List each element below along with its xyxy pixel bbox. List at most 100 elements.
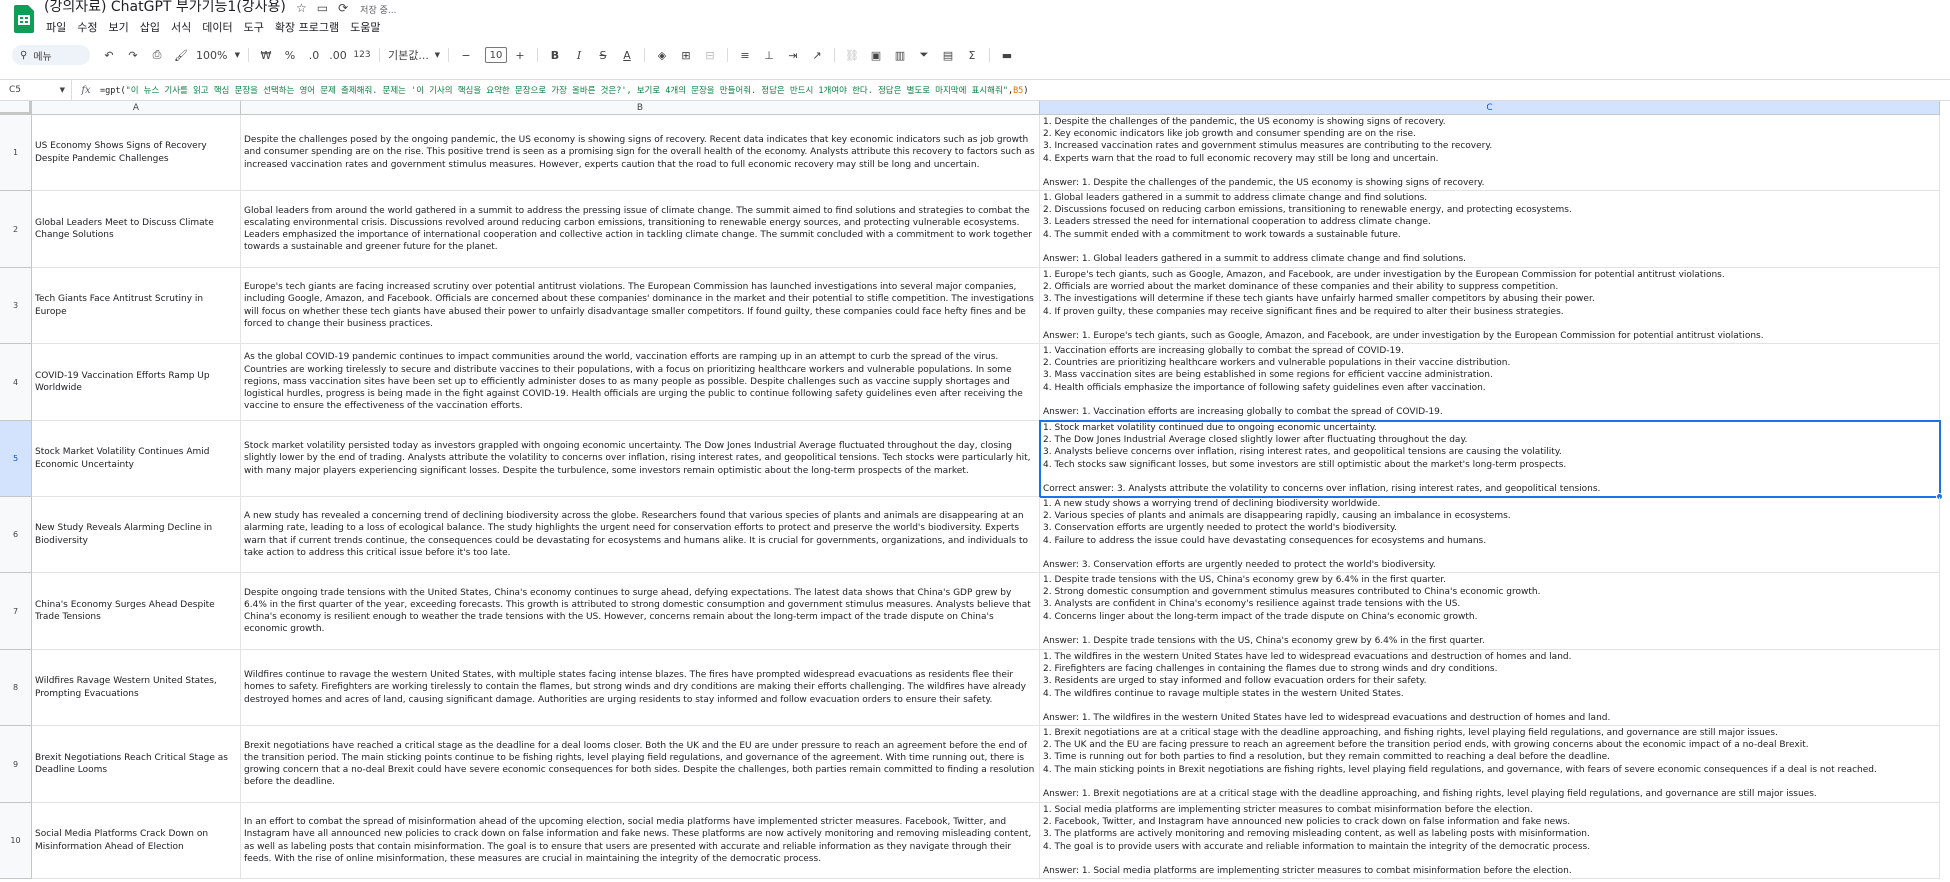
cell-c7[interactable]: 1. Despite trade tensions with the US, C… — [1040, 573, 1940, 650]
menu-help[interactable]: 도움말 — [349, 19, 381, 35]
number-format-button[interactable]: 123 — [353, 45, 371, 65]
zoom-select[interactable]: 100% ▼ — [196, 45, 240, 65]
paint-format-icon[interactable]: 🖌 — [172, 45, 190, 65]
borders-icon[interactable]: ⊞ — [677, 45, 695, 65]
cell-a3[interactable]: Tech Giants Face Antitrust Scrutiny in E… — [32, 268, 241, 344]
cell-c5[interactable]: 1. Stock market volatility continued due… — [1040, 421, 1940, 497]
text-color-icon[interactable]: A — [618, 45, 636, 65]
cell-b9[interactable]: Brexit negotiations have reached a criti… — [241, 726, 1040, 803]
cell-b2[interactable]: Global leaders from around the world gat… — [241, 191, 1040, 268]
cell-b10[interactable]: In an effort to combat the spread of mis… — [241, 803, 1040, 879]
move-folder-icon[interactable]: ▭ — [317, 1, 328, 16]
cell-a9[interactable]: Brexit Negotiations Reach Critical Stage… — [32, 726, 241, 803]
font-size-input[interactable]: 10 — [485, 47, 507, 63]
menu-tools[interactable]: 도구 — [243, 19, 265, 35]
text-wrap-icon[interactable]: ⇥ — [784, 45, 802, 65]
font-select[interactable]: 기본값... ▼ — [388, 45, 440, 65]
cell-c9[interactable]: 1. Brexit negotiations are at a critical… — [1040, 726, 1940, 803]
print-icon[interactable]: ⎙ — [148, 45, 166, 65]
column-header-c[interactable]: C — [1040, 101, 1940, 115]
font-size-decrease-button[interactable]: − — [457, 45, 475, 65]
cell-b1[interactable]: Despite the challenges posed by the ongo… — [241, 115, 1040, 191]
cell-a6[interactable]: New Study Reveals Alarming Decline in Bi… — [32, 497, 241, 573]
merge-cells-icon[interactable]: ⊟ — [701, 45, 719, 65]
cell-a4[interactable]: COVID-19 Vaccination Efforts Ramp Up Wor… — [32, 344, 241, 421]
row-header[interactable]: 5 — [0, 421, 32, 497]
link-icon[interactable]: ⛓ — [843, 45, 861, 65]
cell-a5[interactable]: Stock Market Volatility Continues Amid E… — [32, 421, 241, 497]
row-header[interactable]: 7 — [0, 573, 32, 650]
cell-a1[interactable]: US Economy Shows Signs of Recovery Despi… — [32, 115, 241, 191]
cell-c8[interactable]: 1. The wildfires in the western United S… — [1040, 650, 1940, 726]
menu-search[interactable]: ⚲ 메뉴 — [12, 45, 90, 65]
fill-color-icon[interactable]: ◈ — [653, 45, 671, 65]
divider — [537, 48, 538, 62]
formula-input[interactable]: =gpt("이 뉴스 기사를 읽고 핵심 문장을 선택하는 영어 문제 출제해줘… — [100, 84, 1028, 96]
cell-c1[interactable]: 1. Despite the challenges of the pandemi… — [1040, 115, 1940, 191]
font-value: 기본값... — [388, 49, 429, 62]
cell-b8[interactable]: Wildfires continue to ravage the western… — [241, 650, 1040, 726]
row-header[interactable]: 1 — [0, 115, 32, 191]
cell-c10[interactable]: 1. Social media platforms are implementi… — [1040, 803, 1940, 879]
menu-view[interactable]: 보기 — [108, 19, 130, 35]
cell-text: Brexit Negotiations Reach Critical Stage… — [35, 752, 231, 775]
sheet-grid[interactable]: A B C 1 US Economy Shows Signs of Recover… — [0, 101, 1950, 882]
row-header[interactable]: 2 — [0, 191, 32, 268]
document-title[interactable]: (강의자료) ChatGPT 부가기능1(강사용) — [44, 0, 286, 16]
select-all-corner[interactable] — [0, 101, 32, 115]
cell-c2[interactable]: 1. Global leaders gathered in a summit t… — [1040, 191, 1940, 268]
column-header-a[interactable]: A — [32, 101, 241, 115]
row-header[interactable]: 6 — [0, 497, 32, 573]
row-header[interactable]: 9 — [0, 726, 32, 803]
redo-icon[interactable]: ↷ — [124, 45, 142, 65]
menu-format[interactable]: 서식 — [170, 19, 192, 35]
cell-b4[interactable]: As the global COVID-19 pandemic continue… — [241, 344, 1040, 421]
cloud-sync-icon[interactable]: ⟳ — [338, 1, 348, 16]
comment-icon[interactable]: ▣ — [867, 45, 885, 65]
row-header[interactable]: 8 — [0, 650, 32, 726]
horizontal-align-icon[interactable]: ≡ — [736, 45, 754, 65]
decrease-decimal-button[interactable]: .0 — [305, 45, 323, 65]
sheets-logo-icon[interactable] — [14, 5, 34, 33]
currency-format-button[interactable]: ₩ — [257, 45, 275, 65]
cell-b7[interactable]: Despite ongoing trade tensions with the … — [241, 573, 1040, 650]
text-rotate-icon[interactable]: ↗ — [808, 45, 826, 65]
functions-icon[interactable]: Σ — [963, 45, 981, 65]
bold-icon[interactable]: B — [546, 45, 564, 65]
cell-a10[interactable]: Social Media Platforms Crack Down on Mis… — [32, 803, 241, 879]
italic-icon[interactable]: I — [570, 45, 588, 65]
cell-text: 1. The wildfires in the western United S… — [1043, 652, 1611, 724]
increase-decimal-button[interactable]: .00 — [329, 45, 347, 65]
star-icon[interactable]: ☆ — [296, 1, 307, 16]
menu-extensions[interactable]: 확장 프로그램 — [274, 19, 340, 35]
chart-icon[interactable]: ▥ — [891, 45, 909, 65]
row-header[interactable]: 10 — [0, 803, 32, 879]
font-size-increase-button[interactable]: + — [511, 45, 529, 65]
cell-a2[interactable]: Global Leaders Meet to Discuss Climate C… — [32, 191, 241, 268]
cell-c4[interactable]: 1. Vaccination efforts are increasing gl… — [1040, 344, 1940, 421]
menu-edit[interactable]: 수정 — [76, 19, 98, 35]
cell-a7[interactable]: China's Economy Surges Ahead Despite Tra… — [32, 573, 241, 650]
vertical-align-icon[interactable]: ⊥ — [760, 45, 778, 65]
cell-text: 1. Despite the challenges of the pandemi… — [1043, 117, 1493, 189]
cell-b3[interactable]: Europe's tech giants are facing increase… — [241, 268, 1040, 344]
menu-data[interactable]: 데이터 — [201, 19, 233, 35]
cell-c6[interactable]: 1. A new study shows a worrying trend of… — [1040, 497, 1940, 573]
strikethrough-icon[interactable]: S — [594, 45, 612, 65]
row-header[interactable]: 3 — [0, 268, 32, 344]
menu-file[interactable]: 파일 — [45, 19, 67, 35]
column-header-b[interactable]: B — [241, 101, 1040, 115]
cell-b6[interactable]: A new study has revealed a concerning tr… — [241, 497, 1040, 573]
cell-c3[interactable]: 1. Europe's tech giants, such as Google,… — [1040, 268, 1940, 344]
name-box[interactable]: C5 ▼ — [0, 80, 72, 100]
menu-insert[interactable]: 삽입 — [139, 19, 161, 35]
undo-icon[interactable]: ↶ — [100, 45, 118, 65]
cell-text: 1. Despite trade tensions with the US, C… — [1043, 575, 1541, 647]
cell-a8[interactable]: Wildfires Ravage Western United States, … — [32, 650, 241, 726]
cell-b5[interactable]: Stock market volatility persisted today … — [241, 421, 1040, 497]
filter-icon[interactable]: ⏷ — [915, 45, 933, 65]
percent-format-button[interactable]: % — [281, 45, 299, 65]
filter-views-icon[interactable]: ▤ — [939, 45, 957, 65]
input-tools-icon[interactable]: ▬ — [998, 45, 1016, 65]
row-header[interactable]: 4 — [0, 344, 32, 421]
